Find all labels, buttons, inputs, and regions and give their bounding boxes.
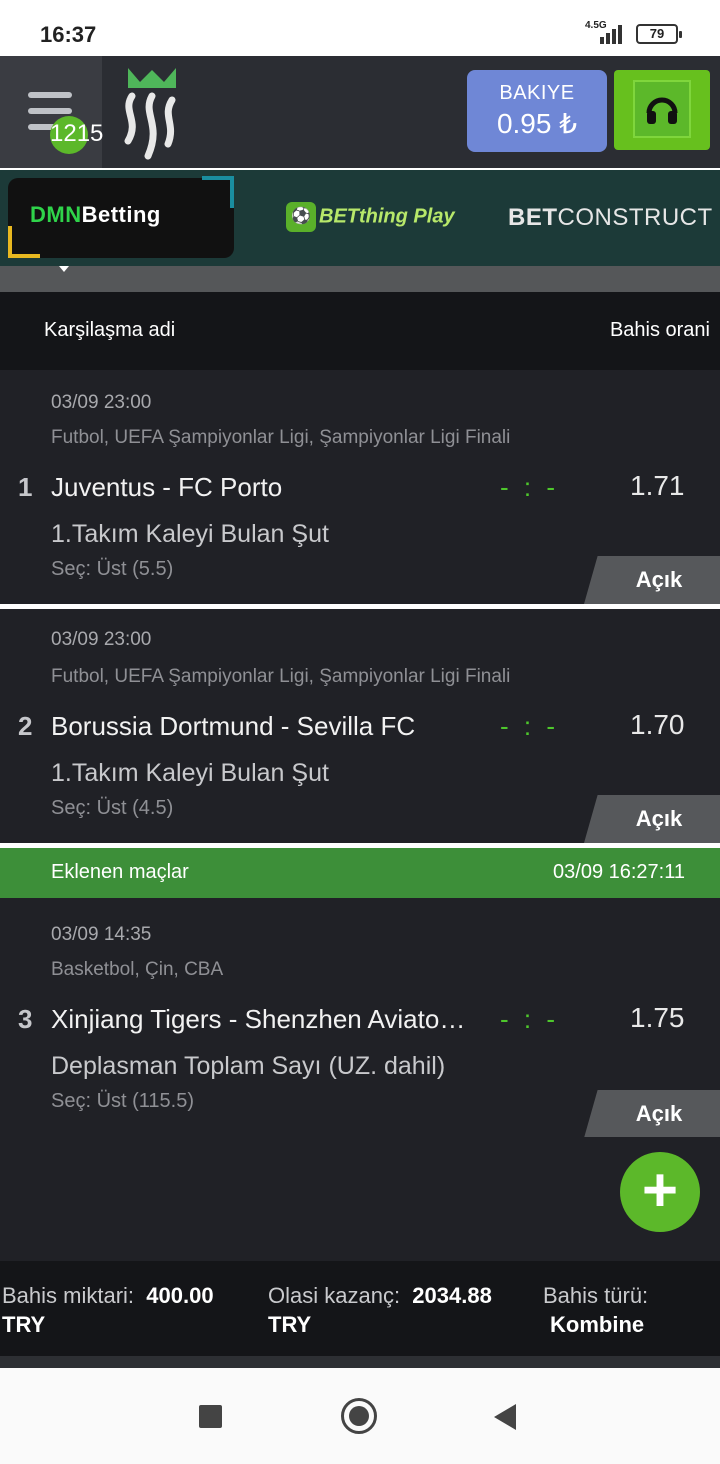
added-matches-timestamp: 03/09 16:27:11 — [553, 861, 685, 883]
win-currency: TRY — [268, 1312, 312, 1337]
bet-odd: 1.75 — [630, 1002, 685, 1033]
badge-count: 1215 — [50, 120, 104, 147]
bet-index: 2 — [18, 711, 33, 741]
bet-match: Xinjiang Tigers - Shenzhen Aviato… — [51, 1004, 466, 1034]
corner-accent — [8, 226, 40, 258]
bet-pick: Seç: Üst (5.5) — [51, 558, 174, 580]
type-label: Bahis türü: — [543, 1283, 649, 1308]
bet-score: - : - — [500, 472, 559, 502]
menu-button[interactable]: 1215 — [0, 56, 104, 168]
bet-status-badge: Açık — [584, 556, 720, 604]
headphones-icon — [646, 97, 678, 124]
bet-match: Juventus - FC Porto — [51, 472, 283, 502]
table-header: Karşilaşma adi Bahis orani — [0, 292, 720, 370]
dropdown-band[interactable] — [0, 266, 720, 292]
win-label: Olasi kazanç: — [268, 1283, 401, 1308]
home-icon[interactable] — [341, 1398, 377, 1434]
bet-odd: 1.70 — [630, 709, 685, 740]
added-matches-bar: Eklenen maçlar 03/09 16:27:11 — [0, 848, 720, 898]
bet-odd: 1.71 — [630, 470, 685, 501]
bet-score: - : - — [500, 711, 559, 741]
bet-index: 1 — [18, 472, 33, 502]
provider-betconstruct[interactable]: BETCONSTRUCT — [508, 204, 713, 232]
bet-pick: Seç: Üst (115.5) — [51, 1090, 195, 1112]
col-match-header: Karşilaşma adi — [44, 319, 176, 341]
bet-row: 03/09 23:00 Futbol, UEFA Şampiyonlar Lig… — [0, 609, 720, 843]
back-icon[interactable] — [494, 1404, 516, 1430]
provider-strip: DMNBetting ⚽ BETthing Play BETCONSTRUCT — [0, 170, 720, 266]
added-matches-label: Eklenen maçlar — [51, 861, 189, 883]
system-nav-bar — [0, 1368, 720, 1464]
bet-date: 03/09 23:00 — [51, 629, 152, 650]
brand-logo — [124, 68, 176, 160]
corner-accent — [202, 176, 234, 208]
win-summary: Olasi kazanç: 2034.88 TRY — [268, 1281, 492, 1339]
bet-date: 03/09 14:35 — [51, 924, 152, 945]
caret-down-icon — [59, 266, 69, 272]
bet-row: 03/09 14:35 Basketbol, Çin, CBA 3 Xinjia… — [0, 898, 720, 1138]
hamburger-line — [28, 92, 72, 98]
stake-value: 400.00 — [146, 1283, 214, 1308]
app-header: 1215 BAKIYE 0.95 ₺ — [0, 56, 720, 168]
bet-date: 03/09 23:00 — [51, 392, 152, 413]
hamburger-line — [28, 108, 72, 114]
bet-market: 1.Takım Kaleyi Bulan Şut — [51, 520, 329, 548]
add-bet-button[interactable]: + — [620, 1152, 700, 1232]
stake-currency: TRY — [2, 1312, 46, 1337]
bet-status-badge: Açık — [584, 1090, 720, 1138]
football-icon: ⚽ — [286, 202, 316, 232]
balance-value: 0.95 ₺ — [496, 108, 578, 139]
bet-pick: Seç: Üst (4.5) — [51, 797, 174, 819]
status-time: 16:37 — [40, 22, 97, 47]
support-button[interactable] — [614, 70, 710, 150]
bet-match: Borussia Dortmund - Sevilla FC — [51, 711, 416, 741]
battery-icon: 79 — [636, 24, 682, 44]
balance-button[interactable]: BAKIYE 0.95 ₺ — [467, 70, 607, 152]
balance-label: BAKIYE — [499, 82, 575, 104]
bet-league: Futbol, UEFA Şampiyonlar Ligi, Şampiyonl… — [51, 666, 511, 687]
win-value: 2034.88 — [412, 1283, 492, 1308]
col-odds-header: Bahis orani — [609, 319, 710, 341]
bet-row: 03/09 23:00 Futbol, UEFA Şampiyonlar Lig… — [0, 370, 720, 604]
headphones-icon-frame — [633, 80, 691, 138]
summary-divider — [0, 1356, 720, 1368]
provider-betthing-play[interactable]: ⚽ BETthing Play — [286, 202, 455, 232]
bet-list-footer-space — [0, 1137, 720, 1261]
provider-dmnbetting-label[interactable]: DMNBetting — [30, 202, 161, 228]
bet-market: Deplasman Toplam Sayı (UZ. dahil) — [51, 1052, 446, 1080]
bet-market: 1.Takım Kaleyi Bulan Şut — [51, 759, 329, 787]
stake-summary: Bahis miktari: 400.00 TRY — [2, 1281, 214, 1339]
bet-score: - : - — [500, 1004, 559, 1034]
type-summary: Bahis türü: Kombine — [543, 1281, 648, 1339]
stake-label: Bahis miktari: — [2, 1283, 135, 1308]
bet-status-badge: Açık — [584, 795, 720, 843]
bet-league: Basketbol, Çin, CBA — [51, 959, 224, 980]
type-value: Kombine — [550, 1312, 645, 1337]
bet-index: 3 — [18, 1004, 33, 1034]
signal-icon — [600, 25, 622, 44]
bet-league: Futbol, UEFA Şampiyonlar Ligi, Şampiyonl… — [51, 427, 511, 448]
status-bar: 16:37 4.5G 79 — [0, 0, 720, 56]
recents-icon[interactable] — [199, 1405, 222, 1428]
bet-summary: Bahis miktari: 400.00 TRY Olasi kazanç: … — [0, 1261, 720, 1368]
